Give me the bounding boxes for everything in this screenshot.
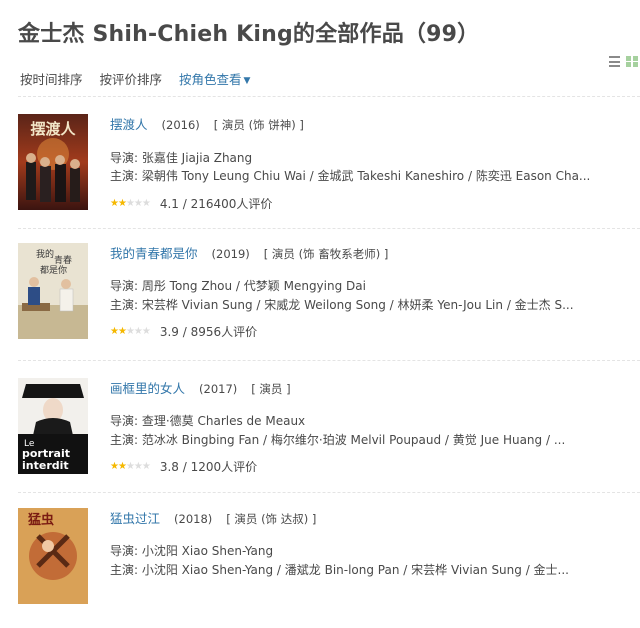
sort-by-time-link[interactable]: 按时间排序: [20, 69, 83, 88]
work-title-link[interactable]: 摆渡人: [110, 117, 148, 132]
work-cast: 主演: 范冰冰 Bingbing Fan / 梅尔维尔·珀波 Melvil Po…: [110, 433, 566, 447]
rating-text: 3.9 / 8956人评价: [159, 325, 258, 339]
sort-bar: 按时间排序 按评价排序 按角色查看 ▼: [20, 69, 267, 88]
work-role: [ 演员 (饰 饼神) ]: [213, 118, 304, 132]
view-by-role-label: 按角色查看: [179, 72, 242, 87]
work-director: 导演: 小沈阳 Xiao Shen-Yang: [110, 544, 274, 558]
work-rating: ★★★★★ 3.8 / 1200人评价: [110, 458, 257, 475]
view-by-role-dropdown[interactable]: 按角色查看 ▼: [179, 69, 250, 88]
work-director: 导演: 张嘉佳 Jiajia Zhang: [110, 151, 253, 165]
work-item: Le portrait interdit 画框里的女人 (2017)[ 演员 ] …: [0, 378, 640, 498]
svg-text:我的: 我的: [36, 248, 54, 260]
work-title-link[interactable]: 我的青春都是你: [110, 246, 198, 261]
sort-by-rating-link[interactable]: 按评价排序: [100, 69, 163, 88]
work-cast: 主演: 宋芸桦 Vivian Sung / 宋威龙 Weilong Song /…: [110, 298, 574, 312]
svg-text:猛虫: 猛虫: [27, 512, 54, 528]
rating-stars: ★★★★★: [110, 198, 151, 209]
page-title: 金士杰 Shih-Chieh King的全部作品（99）: [18, 22, 480, 47]
work-year: (2016): [161, 118, 200, 132]
divider: [18, 492, 640, 493]
work-title-row: 画框里的女人 (2017) [ 演员 ]: [110, 378, 291, 397]
svg-text:都是你: 都是你: [40, 264, 67, 276]
work-title-row: 猛虫过江 (2018) [ 演员 (饰 达叔) ]: [110, 508, 316, 527]
work-item: 我的 青春 都是你 我的青春都是你 (2019)[ 演员 (饰 畜牧系老师) ] …: [0, 243, 640, 363]
movie-poster[interactable]: Le portrait interdit: [18, 378, 88, 474]
work-director: 导演: 周彤 Tong Zhou / 代梦颖 Mengying Dai: [110, 279, 366, 293]
work-year: (2017): [199, 382, 238, 396]
movie-poster[interactable]: 我的 青春 都是你: [18, 243, 88, 339]
work-item: 摆渡人 摆渡人 (2016) [ 演员 (饰 饼神) ] 导演: 张嘉佳 Jiaji…: [0, 114, 640, 234]
divider: [18, 228, 640, 229]
work-cast: 主演: 小沈阳 Xiao Shen-Yang / 潘斌龙 Bin-long Pa…: [110, 563, 570, 577]
divider: [18, 96, 640, 97]
work-role: [ 演员 ]: [251, 382, 291, 396]
svg-text:青春: 青春: [54, 254, 72, 266]
work-cast: 主演: 梁朝伟 Tony Leung Chiu Wai / 金城武 Takesh…: [110, 169, 591, 183]
work-rating: ★★★★★ 4.1 / 216400人评价: [110, 195, 272, 212]
work-role: [ 演员 (饰 畜牧系老师) ]: [263, 247, 389, 261]
rating-stars: ★★★★★: [110, 461, 151, 472]
rating-text: 3.8 / 1200人评价: [159, 460, 258, 474]
movie-poster[interactable]: 摆渡人: [18, 114, 88, 210]
svg-text:interdit: interdit: [22, 459, 69, 472]
svg-text:摆渡人: 摆渡人: [30, 120, 76, 138]
work-year: (2019): [211, 247, 250, 261]
movie-poster[interactable]: 猛虫: [18, 508, 88, 604]
rating-text: 4.1 / 216400人评价: [159, 197, 273, 211]
work-year: (2018): [174, 512, 213, 526]
work-director: 导演: 查理·德莫 Charles de Meaux: [110, 414, 306, 428]
work-title-link[interactable]: 猛虫过江: [110, 511, 160, 526]
view-switcher: [609, 56, 638, 67]
divider: [18, 360, 640, 361]
rating-stars: ★★★★★: [110, 326, 151, 337]
caret-down-icon: ▼: [243, 76, 251, 86]
work-title-row: 摆渡人 (2016) [ 演员 (饰 饼神) ]: [110, 114, 304, 133]
list-view-icon[interactable]: [609, 56, 620, 67]
work-item: 猛虫 猛虫过江 (2018) [ 演员 (饰 达叔) ] 导演: 小沈阳 Xiao …: [0, 508, 640, 628]
work-rating: ★★★★★ 3.9 / 8956人评价: [110, 323, 257, 340]
work-role: [ 演员 (饰 达叔) ]: [226, 512, 317, 526]
work-title-link[interactable]: 画框里的女人: [110, 381, 185, 396]
work-title-row: 我的青春都是你 (2019) [ 演员 (饰 畜牧系老师) ]: [110, 243, 388, 262]
grid-view-icon[interactable]: [626, 56, 638, 67]
